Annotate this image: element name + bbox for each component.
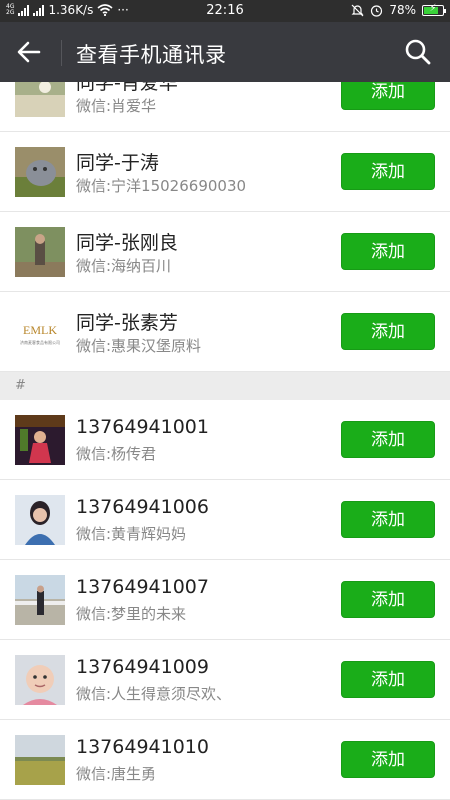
status-bar: 4G 2G 1.36K/s ··· 22:16 78% ⚡ xyxy=(0,0,450,22)
contact-name: 13764941007 xyxy=(76,576,209,598)
contact-row[interactable]: 同学-于涛 微信:宁洋15026690030 添加 xyxy=(0,132,450,212)
contact-name: 同学-张刚良 xyxy=(76,232,178,254)
search-icon[interactable] xyxy=(404,38,432,66)
add-button[interactable]: 添加 xyxy=(341,313,435,350)
contact-row[interactable]: 13764941010 微信:唐生勇 添加 xyxy=(0,720,450,800)
avatar xyxy=(15,495,65,545)
contact-row[interactable]: 同学-张刚良 微信:海纳百川 添加 xyxy=(0,212,450,292)
section-header: # xyxy=(0,372,450,400)
contact-wechat: 微信:海纳百川 xyxy=(76,257,172,275)
contact-wechat: 微信:宁洋15026690030 xyxy=(76,177,247,195)
contact-wechat: 微信:黄青辉妈妈 xyxy=(76,525,187,543)
battery-icon: ⚡ xyxy=(422,3,446,16)
add-button[interactable]: 添加 xyxy=(341,661,435,698)
contact-wechat: 微信:唐生勇 xyxy=(76,765,157,783)
avatar xyxy=(15,735,65,785)
contact-name: 13764941009 xyxy=(76,656,209,678)
add-button[interactable]: 添加 xyxy=(341,153,435,190)
contact-name: 同学-张素芳 xyxy=(76,312,178,334)
battery-percent: 78% xyxy=(389,3,416,17)
contact-wechat: 微信:惠果汉堡原料 xyxy=(76,337,202,355)
contact-name: 13764941006 xyxy=(76,496,209,518)
bell-off-icon xyxy=(351,4,364,16)
avatar: EMLK 济南麦客食品有限公司 xyxy=(15,307,65,357)
add-button[interactable]: 添加 xyxy=(341,741,435,778)
back-arrow-icon[interactable] xyxy=(14,38,44,66)
avatar xyxy=(15,415,65,465)
contact-row[interactable]: 13764941007 微信:梦里的未来 添加 xyxy=(0,560,450,640)
avatar xyxy=(15,655,65,705)
contact-row[interactable]: EMLK 济南麦客食品有限公司 同学-张素芳 微信:惠果汉堡原料 添加 xyxy=(0,292,450,372)
contact-list[interactable]: 同学-肖爱华 微信:肖爱华 添加 同学-于涛 微信:宁洋15026690030 … xyxy=(0,82,450,800)
contact-name: 同学-肖爱华 xyxy=(76,82,178,94)
contact-wechat: 微信:梦里的未来 xyxy=(76,605,187,623)
logo-subtext: 济南麦客食品有限公司 xyxy=(20,339,60,345)
add-button[interactable]: 添加 xyxy=(341,581,435,618)
contact-wechat: 微信:肖爱华 xyxy=(76,97,157,115)
add-button[interactable]: 添加 xyxy=(341,82,435,110)
add-button[interactable]: 添加 xyxy=(341,421,435,458)
contact-name: 13764941010 xyxy=(76,736,209,758)
contact-row[interactable]: 13764941006 微信:黄青辉妈妈 添加 xyxy=(0,480,450,560)
add-button[interactable]: 添加 xyxy=(341,501,435,538)
contact-wechat: 微信:杨传君 xyxy=(76,445,157,463)
status-right: 78% ⚡ xyxy=(351,3,446,17)
contact-row[interactable]: 13764941001 微信:杨传君 添加 xyxy=(0,400,450,480)
avatar xyxy=(15,147,65,197)
title-divider xyxy=(61,40,62,66)
add-button[interactable]: 添加 xyxy=(341,233,435,270)
contact-name: 13764941001 xyxy=(76,416,209,438)
contact-row[interactable]: 同学-肖爱华 微信:肖爱华 添加 xyxy=(0,82,450,132)
avatar xyxy=(15,227,65,277)
contact-wechat: 微信:人生得意须尽欢、 xyxy=(76,685,232,703)
contact-name: 同学-于涛 xyxy=(76,152,159,174)
avatar xyxy=(15,82,65,117)
contact-row[interactable]: 13764941009 微信:人生得意须尽欢、 添加 xyxy=(0,640,450,720)
logo-text: EMLK xyxy=(23,323,57,337)
page-title: 查看手机通讯录 xyxy=(76,43,227,67)
title-bar: 查看手机通讯录 xyxy=(0,22,450,82)
alarm-icon xyxy=(371,4,383,17)
avatar xyxy=(15,575,65,625)
